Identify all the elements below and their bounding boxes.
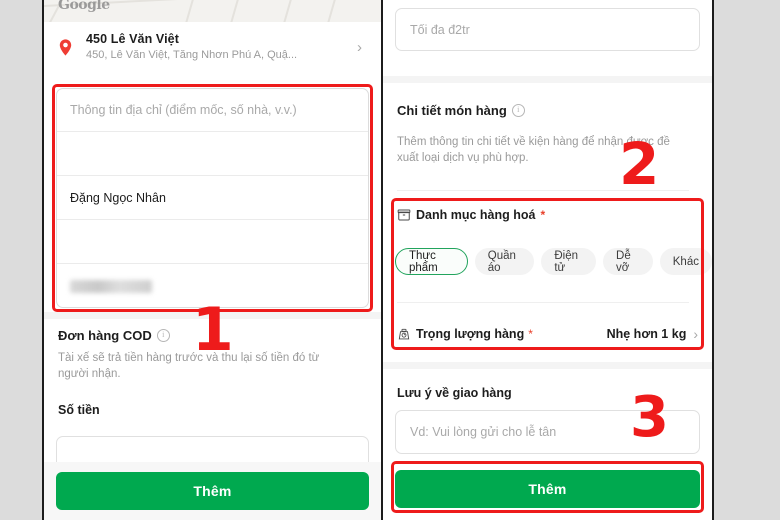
weight-row[interactable]: Trọng lượng hàng * Nhẹ hơn 1 kg › (383, 326, 712, 342)
google-watermark: Google (58, 0, 110, 13)
weight-required-mark: * (528, 327, 533, 341)
address-title: 450 Lê Văn Việt (86, 31, 179, 46)
annotation-number-2: 2 (619, 130, 660, 198)
category-chip-de-vo[interactable]: Dễ vỡ (603, 248, 653, 275)
cod-title: Đơn hàng COD i (58, 328, 170, 343)
weight-value: Nhẹ hơn 1 kg (606, 327, 687, 341)
section-separator-right-2 (383, 362, 712, 369)
recipient-name-value: Đặng Ngọc Nhân (70, 190, 166, 205)
package-box-icon (397, 209, 411, 221)
category-chip-list: Thực phẩm Quần áo Điện tử Dễ vỡ Khác (395, 248, 712, 275)
address-row[interactable]: 450 Lê Văn Việt 450, Lê Văn Việt, Tăng N… (44, 24, 381, 70)
recipient-extra-input[interactable] (56, 220, 369, 264)
category-label-row: Danh mục hàng hoá * (397, 208, 545, 222)
left-screen: Google 450 Lê Văn Việt 450, Lê Văn Việt,… (44, 0, 381, 520)
right-add-button[interactable]: Thêm (395, 470, 700, 508)
category-required-mark: * (540, 208, 546, 222)
address-subtitle: 450, Lê Văn Việt, Tăng Nhơn Phú A, Quậ..… (86, 48, 298, 61)
category-chip-quan-ao[interactable]: Quần áo (474, 248, 535, 275)
address-extra-input[interactable] (56, 132, 369, 176)
address-field-stack: Thông tin địa chỉ (điểm mốc, số nhà, v.v… (56, 88, 369, 308)
category-chip-thuc-pham[interactable]: Thực phẩm (395, 248, 468, 275)
left-add-button[interactable]: Thêm (56, 472, 369, 510)
info-icon[interactable]: i (511, 104, 525, 117)
category-chip-khac[interactable]: Khác (659, 248, 712, 275)
address-detail-placeholder: Thông tin địa chỉ (điểm mốc, số nhà, v.v… (70, 102, 297, 117)
screenshot-stage: Google 450 Lê Văn Việt 450, Lê Văn Việt,… (0, 0, 780, 520)
max-amount-input[interactable]: Tối đa đ2tr (395, 8, 700, 51)
chevron-right-icon[interactable]: › (693, 326, 698, 342)
section-separator-right (383, 76, 712, 83)
delivery-note-label: Lưu ý về giao hàng (397, 386, 512, 400)
cod-title-text: Đơn hàng COD (58, 328, 152, 343)
item-details-title-text: Chi tiết món hàng (397, 103, 507, 118)
category-chip-dien-tu[interactable]: Điện tử (541, 248, 597, 275)
location-pin-icon (59, 38, 72, 56)
category-label: Danh mục hàng hoá (416, 208, 536, 222)
item-details-title: Chi tiết món hàng i (397, 103, 525, 118)
weight-label: Trọng lượng hàng (416, 327, 525, 341)
recipient-name-input[interactable]: Đặng Ngọc Nhân (56, 176, 369, 220)
info-icon[interactable]: i (156, 329, 170, 342)
address-detail-input[interactable]: Thông tin địa chỉ (điểm mốc, số nhà, v.v… (56, 88, 369, 132)
divider-line-2 (397, 302, 689, 303)
annotation-number-1: 1 (192, 295, 234, 365)
address-texts: 450 Lê Văn Việt 450, Lê Văn Việt, Tăng N… (86, 32, 351, 63)
redacted-phone-value (70, 279, 152, 293)
right-cta-bar: Thêm (383, 462, 712, 520)
chevron-right-icon[interactable]: › (351, 40, 369, 55)
map-strip: Google (44, 0, 381, 22)
annotation-number-3: 3 (630, 385, 669, 450)
max-amount-placeholder: Tối đa đ2tr (410, 22, 470, 37)
right-screen: Tối đa đ2tr Chi tiết món hàng i Thêm thô… (383, 0, 712, 520)
weighing-scale-icon (398, 328, 410, 340)
phone-panels: Google 450 Lê Văn Việt 450, Lê Văn Việt,… (42, 0, 714, 520)
amount-label: Số tiền (58, 403, 100, 417)
left-cta-bar: Thêm (44, 462, 381, 520)
delivery-note-placeholder: Vd: Vui lòng gửi cho lễ tân (410, 425, 557, 439)
